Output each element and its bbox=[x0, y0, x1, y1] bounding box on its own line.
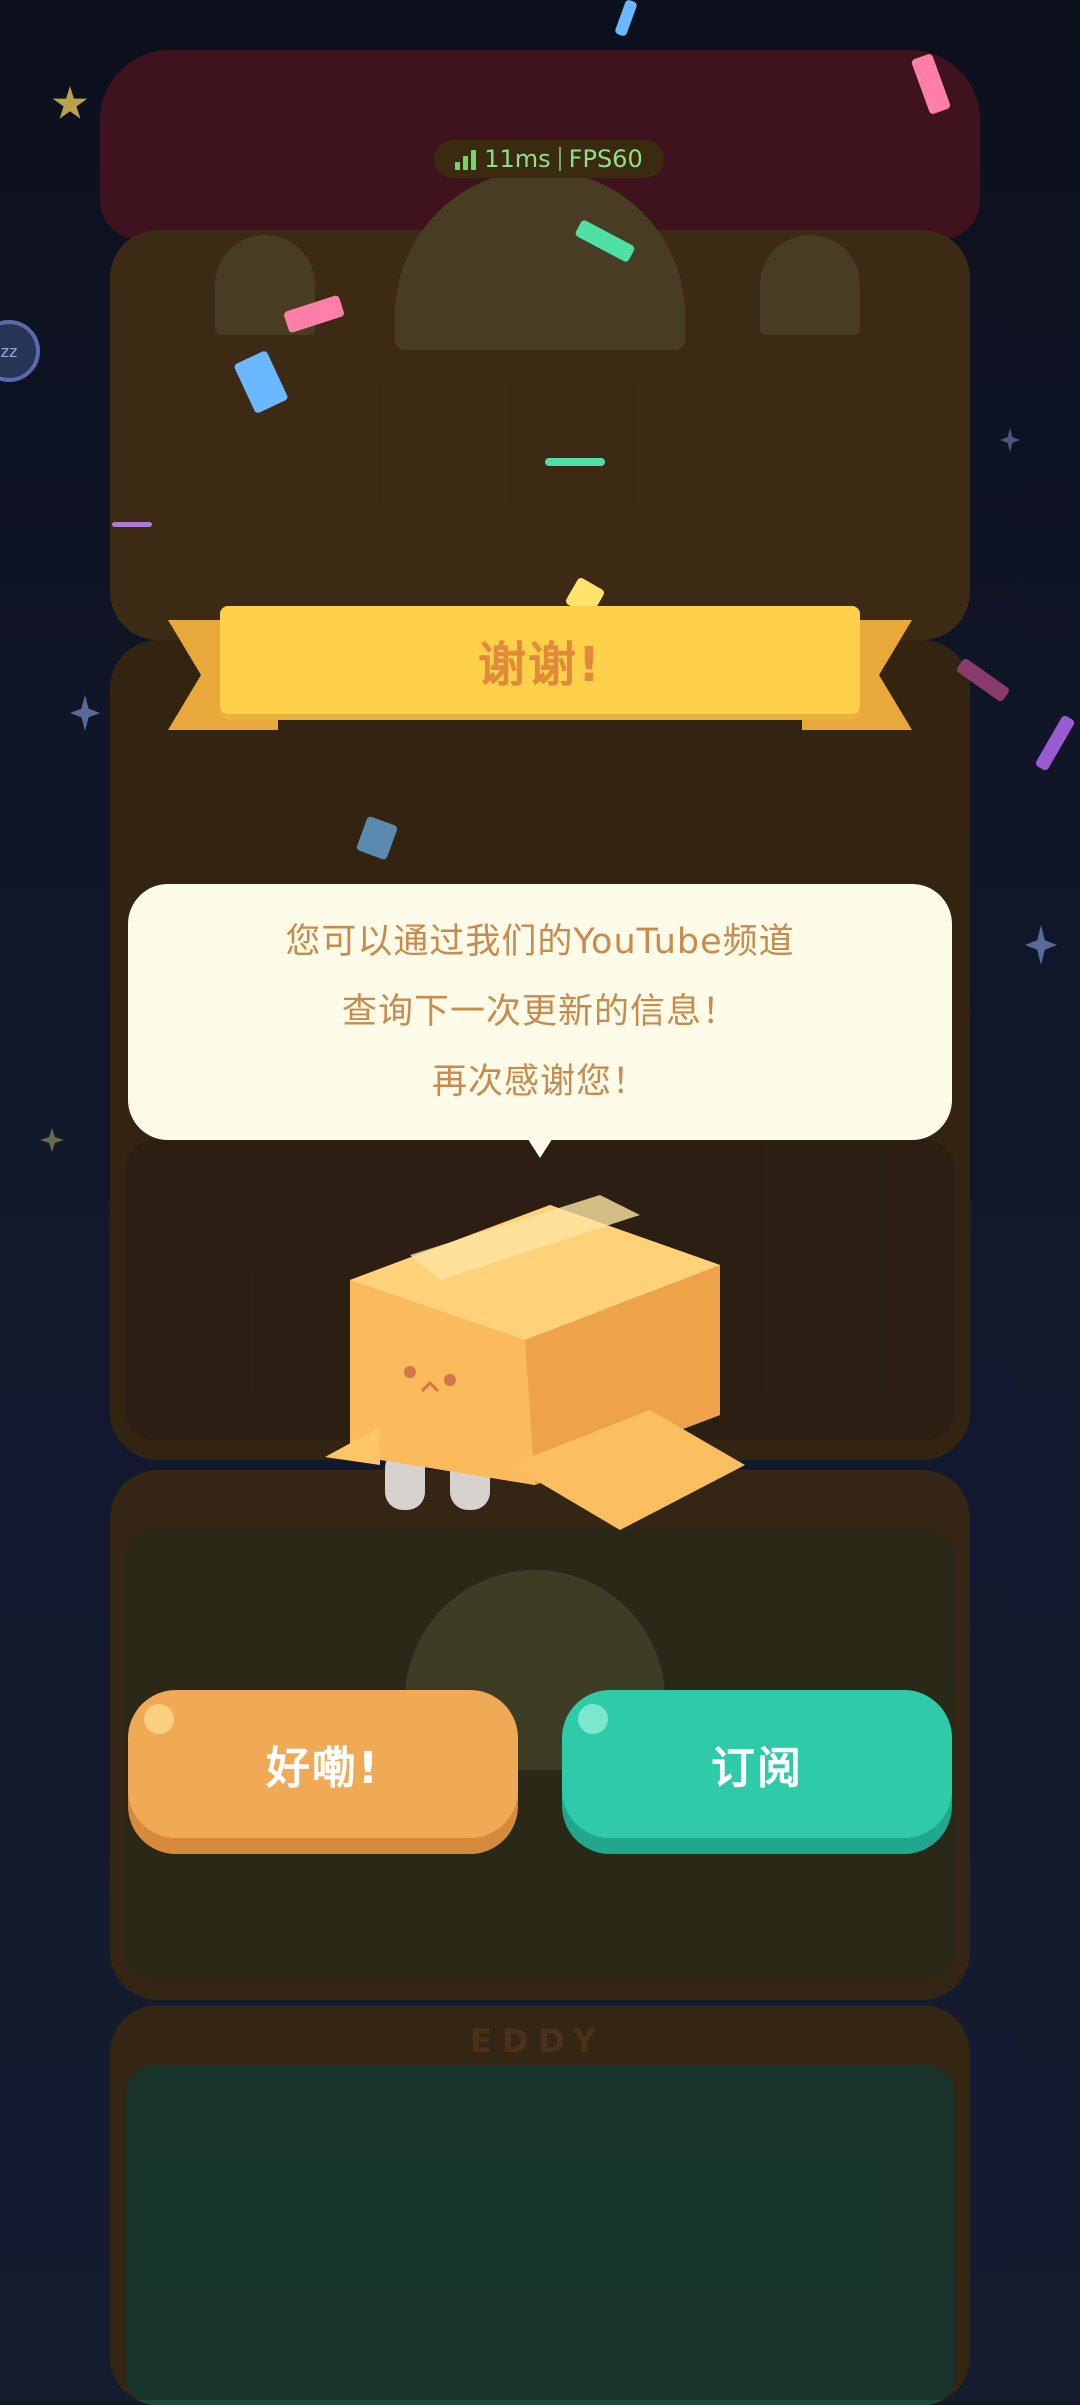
subscribe-button-label: 订阅 bbox=[711, 1743, 803, 1794]
box-cat-character bbox=[325, 1195, 745, 1530]
signal-bars-icon bbox=[455, 148, 477, 170]
ping-value: 11ms bbox=[484, 145, 551, 173]
ok-button[interactable]: 好嘞! bbox=[128, 1690, 518, 1838]
dialog-line-2: 查询下一次更新的信息！ bbox=[341, 992, 738, 1032]
fps-value: FPS60 bbox=[568, 145, 643, 173]
dialog-line-1: 您可以通过我们的YouTube频道 bbox=[285, 922, 795, 962]
subscribe-button[interactable]: 订阅 bbox=[562, 1690, 952, 1838]
ok-button-label: 好嘞! bbox=[265, 1743, 381, 1794]
thanks-banner: 谢谢! bbox=[220, 606, 860, 714]
message-dialog: 您可以通过我们的YouTube频道 查询下一次更新的信息！ 再次感谢您！ bbox=[128, 884, 952, 1140]
confetti-piece bbox=[545, 458, 605, 466]
dialog-line-3: 再次感谢您！ bbox=[431, 1062, 648, 1102]
button-shine bbox=[144, 1704, 174, 1734]
sleep-badge-label: zz bbox=[0, 341, 18, 361]
hud-divider bbox=[558, 147, 561, 171]
banner-title: 谢谢! bbox=[478, 637, 602, 693]
button-shine bbox=[578, 1704, 608, 1734]
confetti-piece bbox=[112, 522, 152, 527]
performance-hud: 11ms FPS60 bbox=[434, 140, 664, 178]
